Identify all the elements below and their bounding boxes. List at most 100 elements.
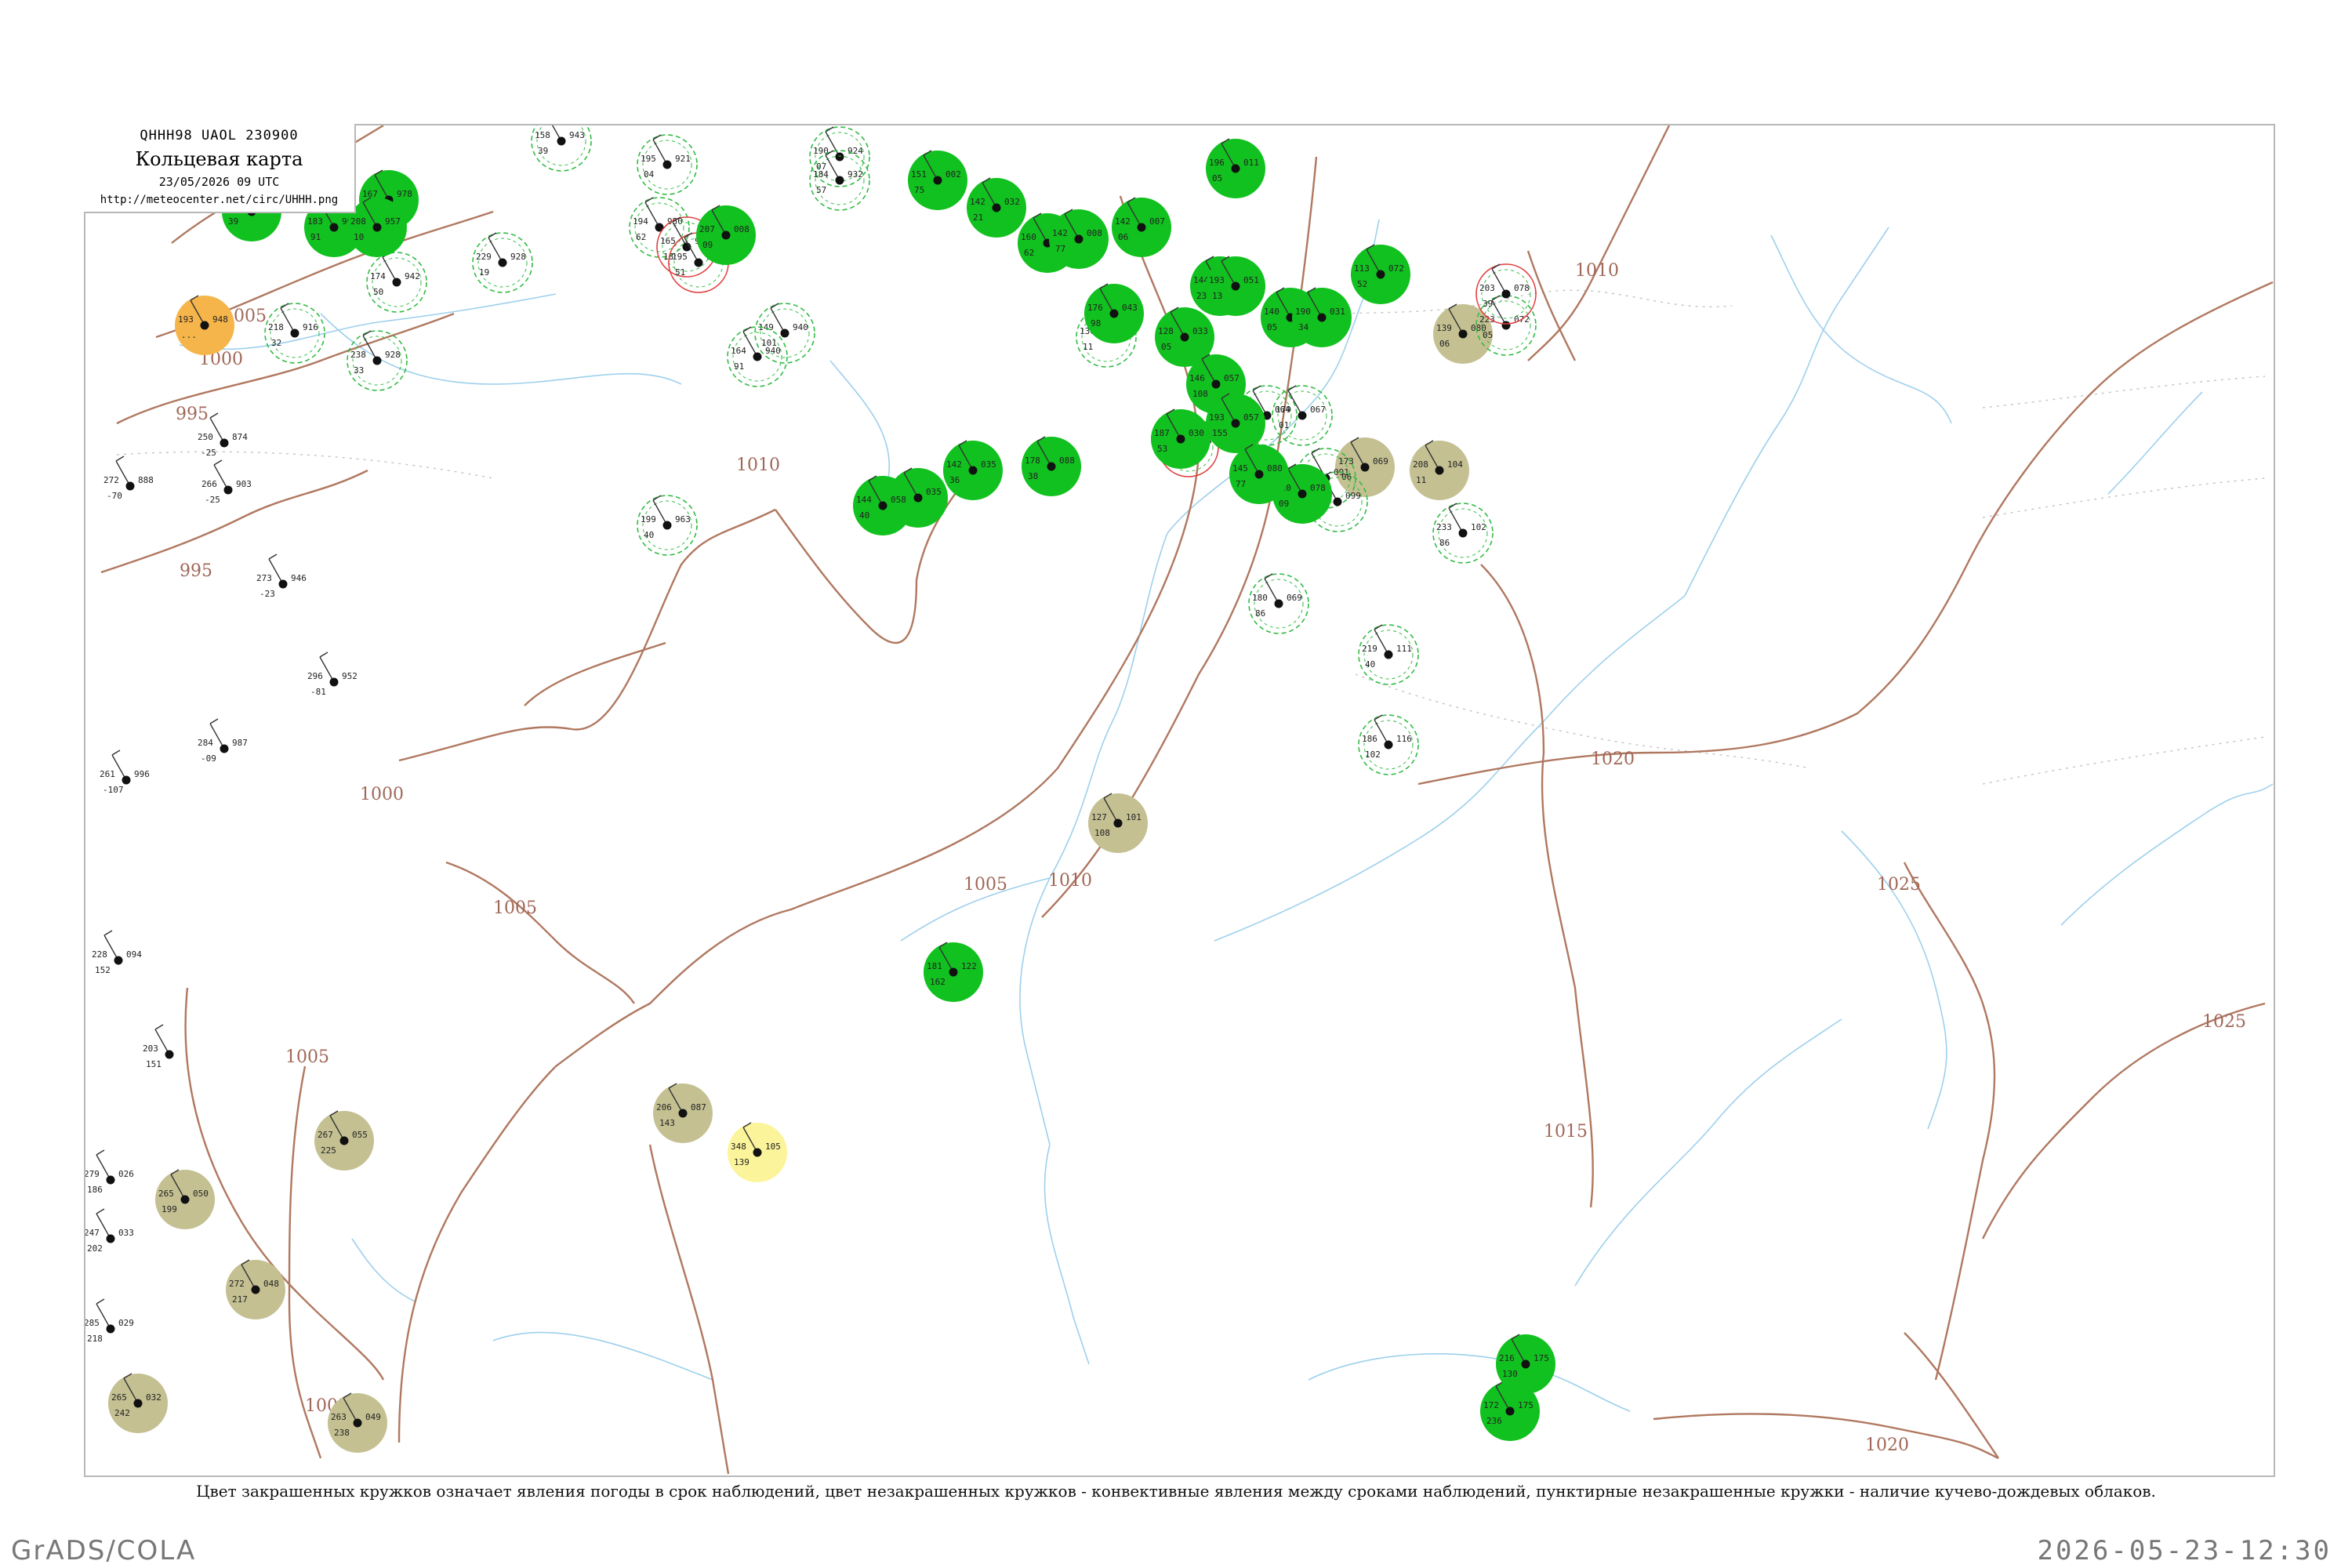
station-rain[interactable]: 142 008 77 (1049, 209, 1109, 269)
station-haze[interactable]: 265 032 242 (108, 1373, 168, 1433)
cloud-cover-icon (1376, 270, 1385, 279)
station-fog[interactable]: 348 105 139 (728, 1122, 787, 1182)
station-plain[interactable]: 261 996 -107 (100, 750, 150, 795)
station-haze[interactable]: 263 049 238 (328, 1392, 387, 1453)
station-tendency: 078 (1310, 483, 1326, 493)
station-pressure: 261 (100, 769, 115, 779)
station-plain[interactable]: 266 903 -25 (201, 459, 252, 505)
station-cb[interactable]: 218 916 32 (264, 303, 325, 364)
station-pressure: 247 (85, 1228, 100, 1238)
station-value: 75 (914, 185, 924, 195)
station-tendency: 963 (675, 514, 691, 524)
station-haze[interactable]: 267 055 225 (314, 1110, 374, 1171)
station-plain[interactable]: 272 888 -70 (103, 456, 154, 501)
station-pressure: 296 (307, 671, 323, 681)
station-value: 13 (1212, 291, 1222, 301)
station-cb[interactable]: 219 111 40 (1358, 624, 1419, 685)
cloud-cover-icon (1298, 411, 1307, 420)
station-tendency: 033 (1192, 326, 1208, 336)
station-rain[interactable]: 145 080 77 (1229, 444, 1289, 504)
station-cb[interactable]: 186 116 102 (1358, 714, 1419, 775)
station-rain[interactable]: 113 072 52 (1351, 244, 1410, 304)
station-rain[interactable]: 142 032 21 (967, 177, 1026, 238)
station-plain[interactable]: 228 094 152 (92, 930, 142, 975)
station-haze[interactable]: 208 104 11 (1410, 440, 1469, 500)
station-plain[interactable]: 296 952 -81 (307, 652, 358, 697)
station-rain[interactable]: 187 030 53 (1151, 408, 1210, 469)
cloud-cover-icon (180, 1195, 190, 1204)
station-rain[interactable]: 181 122 162 (924, 942, 983, 1002)
station-rain[interactable]: 193 051 13 (1206, 256, 1265, 316)
wind-barb-feather (209, 412, 219, 419)
station-value: 32 (271, 338, 281, 348)
station-cb[interactable]: 179 067 01 (1272, 385, 1333, 446)
station-pressure: 223 (1479, 314, 1495, 325)
station-thunder[interactable]: 203 078 39 (1475, 263, 1537, 325)
station-value: 102 (1365, 750, 1381, 760)
cloud-cover-icon (662, 521, 672, 530)
station-tendency: 058 (891, 495, 906, 505)
station-rain[interactable]: 207 008 09 (696, 205, 756, 265)
cloud-cover-icon (992, 203, 1001, 212)
station-rain[interactable]: 196 011 05 (1206, 138, 1265, 198)
station-rain[interactable]: 178 088 38 (1022, 436, 1081, 496)
station-rain[interactable]: 151 002 75 (908, 150, 967, 210)
station-rain[interactable]: 142 035 36 (943, 440, 1003, 500)
station-haze[interactable]: 265 050 199 (155, 1169, 215, 1229)
station-cb[interactable]: 180 069 86 (1248, 573, 1309, 634)
station-pressure: 186 (1362, 734, 1377, 744)
station-cb[interactable]: 158 943 39 (531, 125, 592, 172)
station-rain[interactable]: 216 175 130 (1496, 1334, 1555, 1394)
station-plain[interactable]: 284 987 -09 (198, 718, 248, 764)
station-rain[interactable]: 144 058 40 (853, 475, 913, 535)
station-pressure: 265 (111, 1392, 127, 1403)
station-tendency: 055 (352, 1130, 368, 1140)
station-plain[interactable]: 285 029 218 (85, 1298, 134, 1344)
station-value: 236 (1486, 1416, 1502, 1426)
station-tendency: 069 (1287, 593, 1302, 603)
station-cb[interactable]: 194 95062 (629, 197, 690, 258)
station-value: 151 (146, 1059, 162, 1069)
cloud-cover-icon (220, 438, 229, 448)
station-tendency: 087 (691, 1102, 706, 1112)
station-cb[interactable]: 195 921 04 (637, 134, 698, 195)
station-rain[interactable]: 190 031 34 (1292, 287, 1352, 347)
cloud-cover-icon (1458, 528, 1468, 538)
station-pressure: 178 (1025, 456, 1040, 466)
station-rain[interactable]: 176 043 98 (1084, 283, 1144, 343)
station-cb[interactable]: 174 942 50 (366, 252, 427, 313)
station-cb[interactable]: 229 928 19 (472, 232, 533, 293)
station-pressure: 206 (656, 1102, 672, 1112)
cloud-cover-icon (372, 356, 382, 365)
station-tendency: 031 (1330, 307, 1345, 317)
station-cb[interactable]: 233 102 86 (1432, 503, 1494, 564)
station-rain[interactable]: 193 057 155 (1206, 393, 1265, 453)
station-value: 34 (1298, 322, 1309, 332)
cloud-cover-icon (835, 176, 844, 185)
station-tendency: 069 (1373, 456, 1388, 466)
station-rain[interactable]: 208 957 10 (347, 197, 407, 257)
station-value: 217 (232, 1294, 248, 1305)
station-plain[interactable]: 279 026 186 (85, 1149, 134, 1195)
station-tendency: 080 (1267, 463, 1283, 474)
station-rain[interactable]: 142 007 06 (1112, 197, 1171, 257)
station-tendency: 011 (1243, 158, 1259, 168)
station-haze[interactable]: 206 087 143 (653, 1083, 713, 1143)
station-pressure: 158 (535, 130, 550, 140)
wind-barb-feather (96, 1208, 105, 1214)
station-haze[interactable]: 272 048 217 (226, 1259, 285, 1319)
station-pressure: 193 (1209, 412, 1225, 423)
station-plain[interactable]: 247 033 202 (85, 1208, 134, 1254)
station-tendency: 101 (1126, 812, 1142, 822)
station-plain[interactable]: 203 151 (143, 1024, 174, 1069)
station-pressure: 250 (198, 432, 213, 442)
isobar-label: 1020 (1865, 1436, 1909, 1455)
cloud-cover-icon (878, 501, 887, 510)
station-tendency: 043 (1122, 303, 1138, 313)
station-haze[interactable]: 127 101 108 (1088, 793, 1148, 853)
station-dust[interactable]: 193 948... (175, 295, 234, 355)
station-plain[interactable]: 273 946 -23 (256, 554, 307, 599)
station-tendency: 104 (1447, 459, 1463, 470)
station-cb[interactable]: 199 963 40 (637, 495, 698, 556)
isobar-label: 1005 (964, 875, 1007, 895)
